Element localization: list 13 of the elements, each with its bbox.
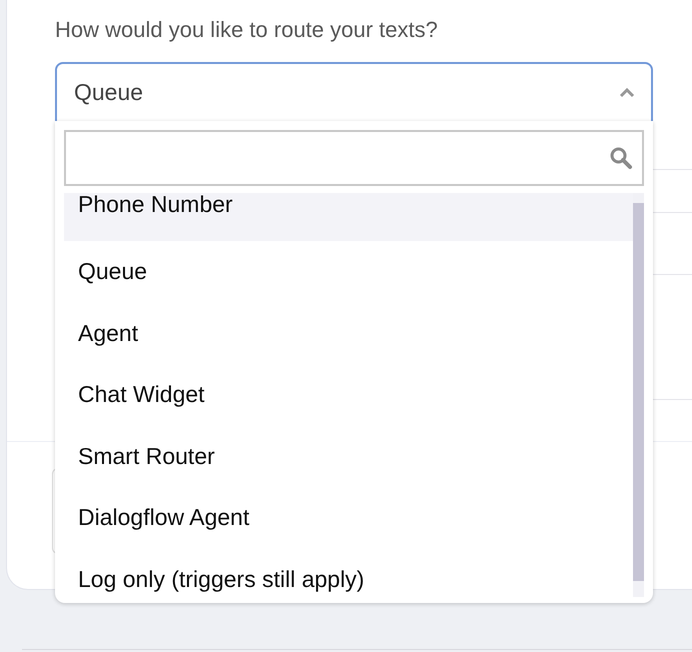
- dropdown-option[interactable]: Dialogflow Agent: [64, 487, 633, 548]
- dropdown-option[interactable]: Log only (triggers still apply): [64, 548, 633, 597]
- caret-icon: [619, 88, 635, 98]
- search-field[interactable]: [64, 130, 644, 186]
- dropdown-option[interactable]: Queue: [64, 241, 633, 302]
- dropdown-option[interactable]: Chat Widget: [64, 364, 633, 426]
- scrollbar[interactable]: [633, 193, 644, 597]
- dropdown-option[interactable]: Agent: [64, 302, 633, 364]
- route-select[interactable]: Queue: [55, 62, 653, 123]
- dropdown-option[interactable]: Phone Number: [64, 193, 633, 241]
- search-icon: [609, 146, 633, 170]
- dropdown-option[interactable]: Smart Router: [64, 426, 633, 487]
- question-label: How would you like to route your texts?: [55, 17, 439, 43]
